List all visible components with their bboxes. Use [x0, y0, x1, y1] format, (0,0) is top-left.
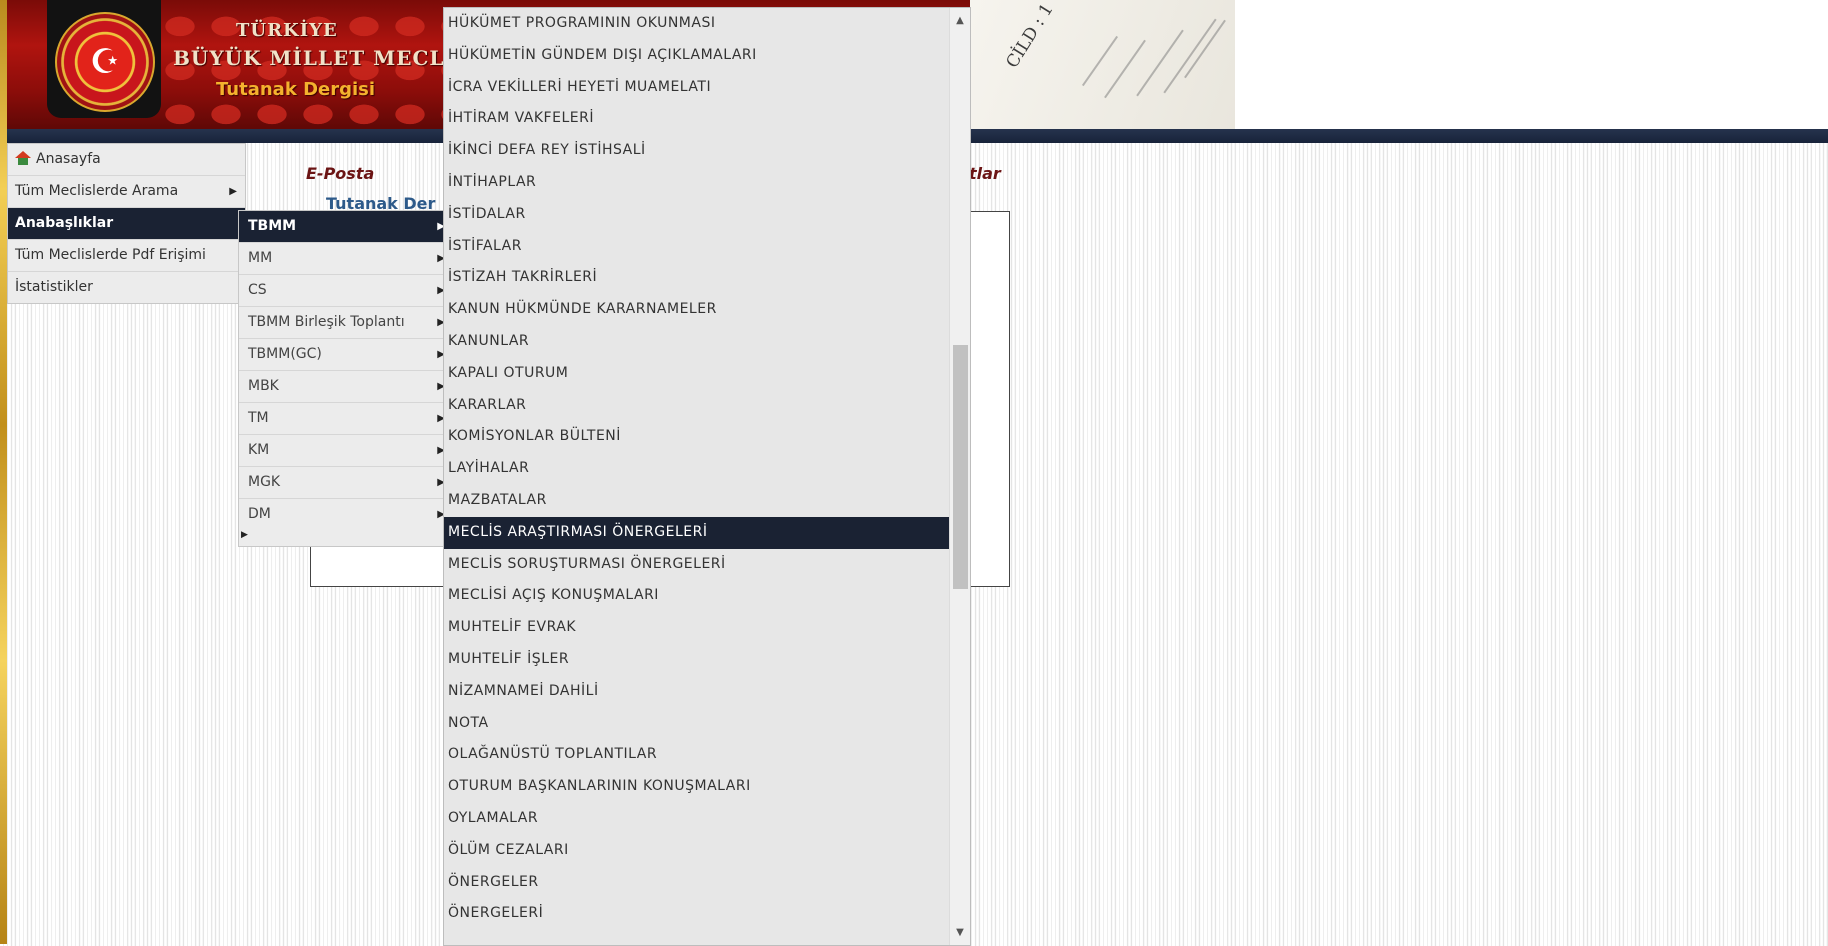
main-nav-menu: Anasayfa Tüm Meclislerde Arama ▶ Anabaşl… — [7, 143, 246, 304]
topic-menu-item[interactable]: HÜKÜMET PROGRAMININ OKUNMASI — [444, 8, 950, 40]
submenu-item-label: MBK — [248, 378, 279, 394]
nav-item-istatistikler[interactable]: İstatistikler — [8, 272, 245, 303]
topic-menu-item[interactable]: MECLİS SORUŞTURMASI ÖNERGELERİ — [444, 549, 950, 581]
submenu-item-label: CS — [248, 282, 267, 298]
nav-item-label: Anabaşlıklar — [15, 215, 114, 231]
topic-menu-item[interactable]: MECLİSİ AÇIŞ KONUŞMALARI — [444, 580, 950, 612]
historic-document-image: CİLD : 1 — [970, 0, 1235, 130]
topic-submenu: HÜKÜMET PROGRAMININ OKUNMASI HÜKÜMETİN GÜ… — [443, 7, 971, 946]
scroll-down-arrow-icon[interactable]: ▼ — [950, 923, 970, 943]
submenu-item-tbmm-birlesik[interactable]: TBMM Birleşik Toplantı ▶ — [239, 307, 447, 339]
topic-menu-item[interactable]: ÖNERGELER — [444, 867, 950, 899]
topic-menu-item[interactable]: HÜKÜMETİN GÜNDEM DIŞI AÇIKLAMALARI — [444, 40, 950, 72]
tbmm-seal-logo: ☪ — [55, 12, 155, 112]
nav-item-label: Anasayfa — [36, 151, 101, 167]
topic-menu-item[interactable]: ÖLÜM CEZALARI — [444, 835, 950, 867]
topic-menu-item[interactable]: İNTİHAPLAR — [444, 167, 950, 199]
scrollbar-thumb[interactable] — [953, 345, 968, 589]
submenu-item-label: KM — [248, 442, 270, 458]
topic-menu-item[interactable]: İSTİZAH TAKRİRLERİ — [444, 262, 950, 294]
topic-menu-item[interactable]: NİZAMNAMEİ DAHİLİ — [444, 676, 950, 708]
submenu-item-mbk[interactable]: MBK ▶ — [239, 371, 447, 403]
topic-menu-item[interactable]: KANUN HÜKMÜNDE KARARNAMELER — [444, 294, 950, 326]
topic-menu-item[interactable]: KAPALI OTURUM — [444, 358, 950, 390]
topic-menu-item[interactable]: NOTA — [444, 708, 950, 740]
topic-menu-item[interactable]: MAZBATALAR — [444, 485, 950, 517]
topic-menu-item[interactable]: ÖNERGELERİ — [444, 898, 950, 930]
submenu-item-label: TBMM Birleşik Toplantı — [248, 314, 405, 330]
more-arrow-icon[interactable]: ▶ — [241, 530, 248, 540]
topic-scrollbar[interactable]: ▲ ▼ — [949, 8, 970, 945]
scroll-up-arrow-icon[interactable]: ▲ — [950, 11, 970, 31]
submenu-item-tbmm-gc[interactable]: TBMM(GC) ▶ — [239, 339, 447, 371]
topic-menu-item[interactable]: KARARLAR — [444, 390, 950, 422]
topic-menu-item[interactable]: İKİNCİ DEFA REY İSTİHSALİ — [444, 135, 950, 167]
eposta-link[interactable]: E-Posta — [306, 164, 374, 183]
header-blank-area — [1235, 0, 1828, 130]
topic-menu-item[interactable]: OTURUM BAŞKANLARININ KONUŞMALARI — [444, 771, 950, 803]
crescent-star-icon: ☪ — [89, 42, 121, 82]
topic-menu-item[interactable]: İHTİRAM VAKFELERİ — [444, 103, 950, 135]
submenu-item-dm[interactable]: DM ▶ — [239, 499, 447, 530]
submenu-item-tbmm[interactable]: TBMM ▶ — [239, 211, 447, 243]
nav-item-anabasliklar[interactable]: Anabaşlıklar — [8, 208, 245, 240]
header-title-line1: TÜRKİYE — [236, 20, 338, 41]
topic-menu-item[interactable]: MUHTELİF İŞLER — [444, 644, 950, 676]
nav-item-tum-meclislerde-arama[interactable]: Tüm Meclislerde Arama ▶ — [8, 176, 245, 208]
submenu-item-km[interactable]: KM ▶ — [239, 435, 447, 467]
topic-menu-item[interactable]: MUHTELİF EVRAK — [444, 612, 950, 644]
nav-item-label: Tüm Meclislerde Pdf Erişimi — [15, 247, 206, 263]
header-subtitle: Tutanak Dergisi — [216, 79, 376, 100]
logo-container[interactable]: ☪ — [47, 0, 161, 118]
nav-item-pdf-erisimi[interactable]: Tüm Meclislerde Pdf Erişimi — [8, 240, 245, 272]
submenu-item-label: DM — [248, 506, 271, 522]
topic-menu-item[interactable]: KOMİSYONLAR BÜLTENİ — [444, 421, 950, 453]
topic-menu-item[interactable]: İCRA VEKİLLERİ HEYETİ MUAMELATI — [444, 72, 950, 104]
topic-menu-item[interactable]: OLAĞANÜSTÜ TOPLANTILAR — [444, 739, 950, 771]
submenu-item-tm[interactable]: TM ▶ — [239, 403, 447, 435]
header-title-line2: BÜYÜK MİLLET MECLİSİ — [173, 46, 481, 70]
submenu-item-mgk[interactable]: MGK ▶ — [239, 467, 447, 499]
submenu-item-label: TBMM(GC) — [248, 346, 322, 362]
submenu-item-cs[interactable]: CS ▶ — [239, 275, 447, 307]
home-icon — [15, 151, 31, 165]
submenu-item-label: TBMM — [248, 218, 297, 234]
topic-menu-item[interactable]: LAYİHALAR — [444, 453, 950, 485]
assembly-submenu: TBMM ▶ MM ▶ CS ▶ TBMM Birleşik Toplantı ▶ TB… — [238, 210, 448, 547]
topic-menu-item[interactable]: OYLAMALAR — [444, 803, 950, 835]
submenu-item-mm[interactable]: MM ▶ — [239, 243, 447, 275]
topic-menu-item[interactable]: KANUNLAR — [444, 326, 950, 358]
topic-list: HÜKÜMET PROGRAMININ OKUNMASI HÜKÜMETİN GÜ… — [444, 8, 950, 930]
submenu-item-label: TM — [248, 410, 269, 426]
left-edge-decoration — [0, 0, 7, 944]
nav-item-label: İstatistikler — [15, 279, 93, 295]
document-volume-text: CİLD : 1 — [1002, 0, 1058, 72]
nav-item-anasayfa[interactable]: Anasayfa — [8, 144, 245, 176]
nav-item-label: Tüm Meclislerde Arama — [15, 183, 179, 199]
topic-menu-item[interactable]: MECLİS ARAŞTIRMASI ÖNERGELERİ — [444, 516, 950, 549]
submenu-item-label: MM — [248, 250, 273, 266]
topic-menu-item[interactable]: İSTİFALAR — [444, 231, 950, 263]
topic-menu-item[interactable]: İSTİDALAR — [444, 199, 950, 231]
submenu-item-label: MGK — [248, 474, 281, 490]
chevron-right-icon: ▶ — [229, 186, 237, 197]
